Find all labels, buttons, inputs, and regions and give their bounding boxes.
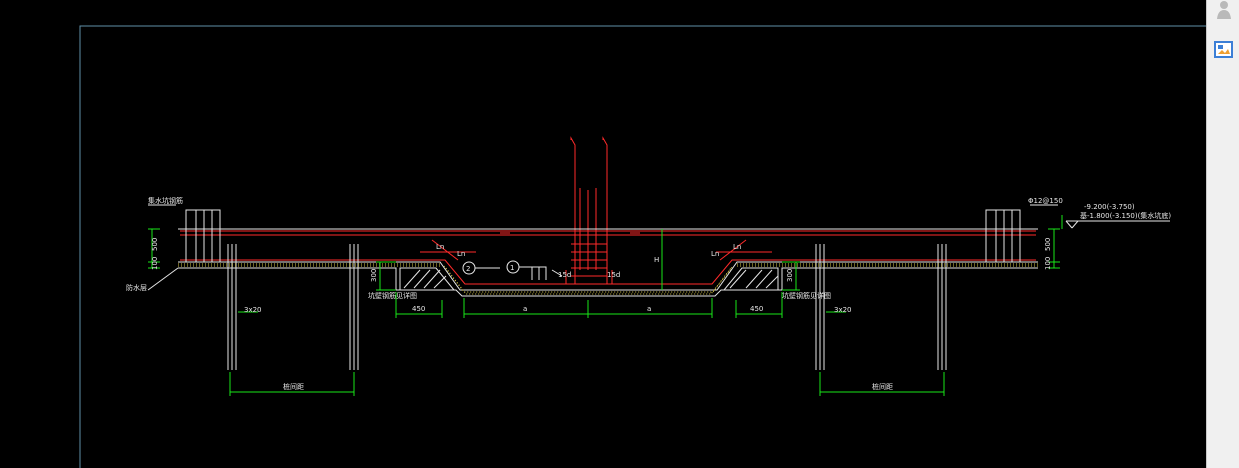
pit-wall-hatch — [399, 267, 779, 291]
dim-half-width-left: a — [523, 305, 527, 313]
dim-right-cushion: 100 — [1044, 257, 1052, 270]
label-15d-right: 15d — [607, 271, 620, 279]
dim-offset-right: 450 — [750, 305, 763, 313]
pile-spacing-right: 桩间距 — [872, 382, 893, 391]
note-left-slope: 坑壁钢筋见详图 — [368, 291, 417, 300]
dim-left-step: 300 — [370, 269, 378, 282]
side-tool-panel — [1206, 0, 1239, 468]
dim-left-cushion: 100 — [151, 257, 159, 270]
note-right-slope: 坑壁钢筋见详图 — [782, 291, 831, 300]
image-tool-icon[interactable] — [1212, 38, 1236, 62]
label-ln-lap-right: Ln — [711, 250, 719, 258]
drawing-text: Ln Ln Ln Ln 15d 15d 2 1 H 集水坑钢筋 Φ12@150 … — [126, 196, 1171, 391]
dimension-lines — [148, 215, 1063, 396]
label-15d-left: 15d — [558, 271, 571, 279]
label-ln-lap-left: Ln — [457, 250, 465, 258]
dim-right-thickness: 500 — [1044, 238, 1052, 251]
pile-spacing-left: 桩间距 — [283, 382, 304, 391]
elevation-1: -9.200(-3.750) — [1084, 203, 1135, 211]
pit-section-drawing: Ln Ln Ln Ln 15d 15d 2 1 H 集水坑钢筋 Φ12@150 … — [79, 25, 1206, 468]
pile-label-right: 3x20 — [834, 306, 852, 314]
callout-2-text: 2 — [466, 265, 470, 273]
label-ln-anchor-right: Ln — [733, 243, 741, 251]
elevation-2: 基-1.800(-3.150)(集水坑底) — [1080, 211, 1171, 220]
dim-offset-left: 450 — [412, 305, 425, 313]
cad-viewport[interactable]: Ln Ln Ln Ln 15d 15d 2 1 H 集水坑钢筋 Φ12@150 … — [0, 0, 1206, 468]
dim-left-thickness: 500 — [151, 238, 159, 251]
pile-label-left: 3x20 — [244, 306, 262, 314]
dim-right-step: 300 — [786, 269, 794, 282]
drawing-frame — [79, 25, 1206, 468]
note-left-side: 防水层 — [126, 283, 147, 292]
dim-half-width-right: a — [647, 305, 651, 313]
structure-lines — [147, 204, 1170, 370]
label-depth-h: H — [654, 256, 659, 264]
note-top-left: 集水坑钢筋 — [148, 196, 183, 205]
callout-1-text: 1 — [510, 264, 514, 272]
note-top-right: Φ12@150 — [1028, 197, 1063, 205]
label-ln-anchor-left: Ln — [436, 243, 444, 251]
user-pin-icon[interactable] — [1212, 0, 1236, 24]
